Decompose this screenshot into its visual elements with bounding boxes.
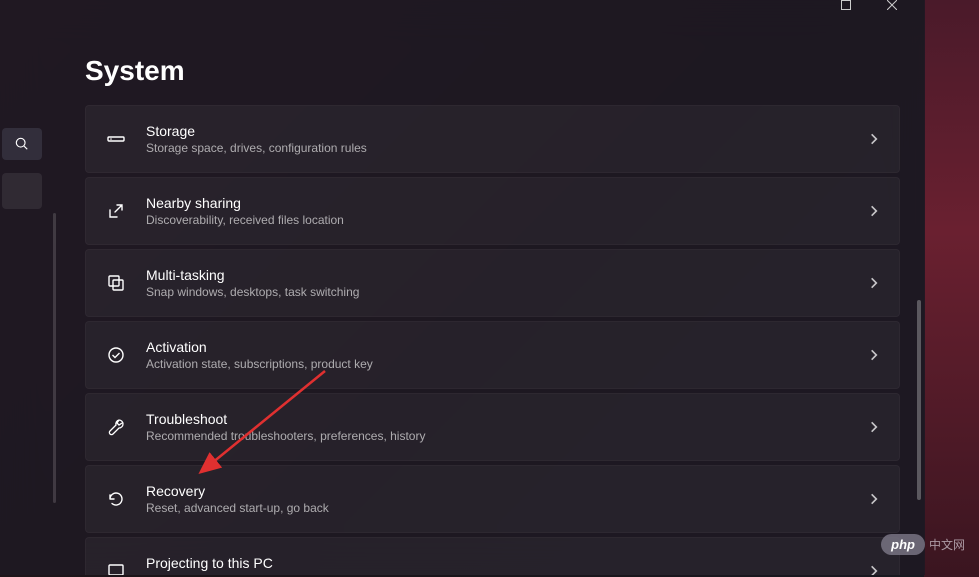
- chevron-right-icon: [867, 420, 881, 434]
- setting-item-troubleshoot[interactable]: Troubleshoot Recommended troubleshooters…: [85, 393, 900, 461]
- chevron-right-icon: [867, 276, 881, 290]
- share-icon: [104, 199, 128, 223]
- activation-icon: [104, 343, 128, 367]
- settings-list: Storage Storage space, drives, configura…: [85, 105, 900, 575]
- setting-item-nearby-sharing[interactable]: Nearby sharing Discoverability, received…: [85, 177, 900, 245]
- chevron-right-icon: [867, 564, 881, 575]
- projecting-icon: [104, 559, 128, 575]
- nav-active-item[interactable]: [0, 172, 45, 210]
- troubleshoot-icon: [104, 415, 128, 439]
- window-titlebar: [0, 0, 925, 10]
- chevron-right-icon: [867, 132, 881, 146]
- setting-title: Activation: [146, 339, 867, 355]
- recovery-icon: [104, 487, 128, 511]
- setting-title: Multi-tasking: [146, 267, 867, 283]
- storage-icon: [104, 127, 128, 151]
- watermark-badge: php: [881, 534, 925, 555]
- setting-title: Storage: [146, 123, 867, 139]
- setting-item-recovery[interactable]: Recovery Reset, advanced start-up, go ba…: [85, 465, 900, 533]
- setting-item-projecting[interactable]: Projecting to this PC Permissions, pairi…: [85, 537, 900, 575]
- chevron-right-icon: [867, 348, 881, 362]
- setting-item-storage[interactable]: Storage Storage space, drives, configura…: [85, 105, 900, 173]
- chevron-right-icon: [867, 204, 881, 218]
- setting-item-activation[interactable]: Activation Activation state, subscriptio…: [85, 321, 900, 389]
- setting-title: Recovery: [146, 483, 867, 499]
- watermark: php 中文网: [881, 534, 965, 555]
- watermark-text: 中文网: [929, 536, 965, 553]
- setting-desc: Permissions, pairing PIN, discoverabilit…: [146, 573, 867, 575]
- scrollbar-thumb[interactable]: [917, 300, 921, 500]
- chevron-right-icon: [867, 492, 881, 506]
- desktop-background: [924, 0, 979, 577]
- maximize-button[interactable]: [823, 0, 869, 10]
- page-title: System: [85, 55, 900, 87]
- search-button[interactable]: [2, 128, 42, 160]
- setting-desc: Storage space, drives, configuration rul…: [146, 141, 867, 155]
- setting-title: Projecting to this PC: [146, 555, 867, 571]
- setting-desc: Snap windows, desktops, task switching: [146, 285, 867, 299]
- setting-desc: Recommended troubleshooters, preferences…: [146, 429, 867, 443]
- close-button[interactable]: [869, 0, 915, 10]
- main-area: System Storage Storage space, drives, co…: [0, 10, 925, 575]
- content-area: System Storage Storage space, drives, co…: [45, 10, 925, 575]
- multitask-icon: [104, 271, 128, 295]
- sidebar: [0, 10, 45, 575]
- settings-window: System Storage Storage space, drives, co…: [0, 0, 925, 575]
- setting-desc: Discoverability, received files location: [146, 213, 867, 227]
- setting-title: Nearby sharing: [146, 195, 867, 211]
- setting-desc: Activation state, subscriptions, product…: [146, 357, 867, 371]
- setting-desc: Reset, advanced start-up, go back: [146, 501, 867, 515]
- search-icon: [15, 137, 29, 151]
- setting-title: Troubleshoot: [146, 411, 867, 427]
- setting-item-multi-tasking[interactable]: Multi-tasking Snap windows, desktops, ta…: [85, 249, 900, 317]
